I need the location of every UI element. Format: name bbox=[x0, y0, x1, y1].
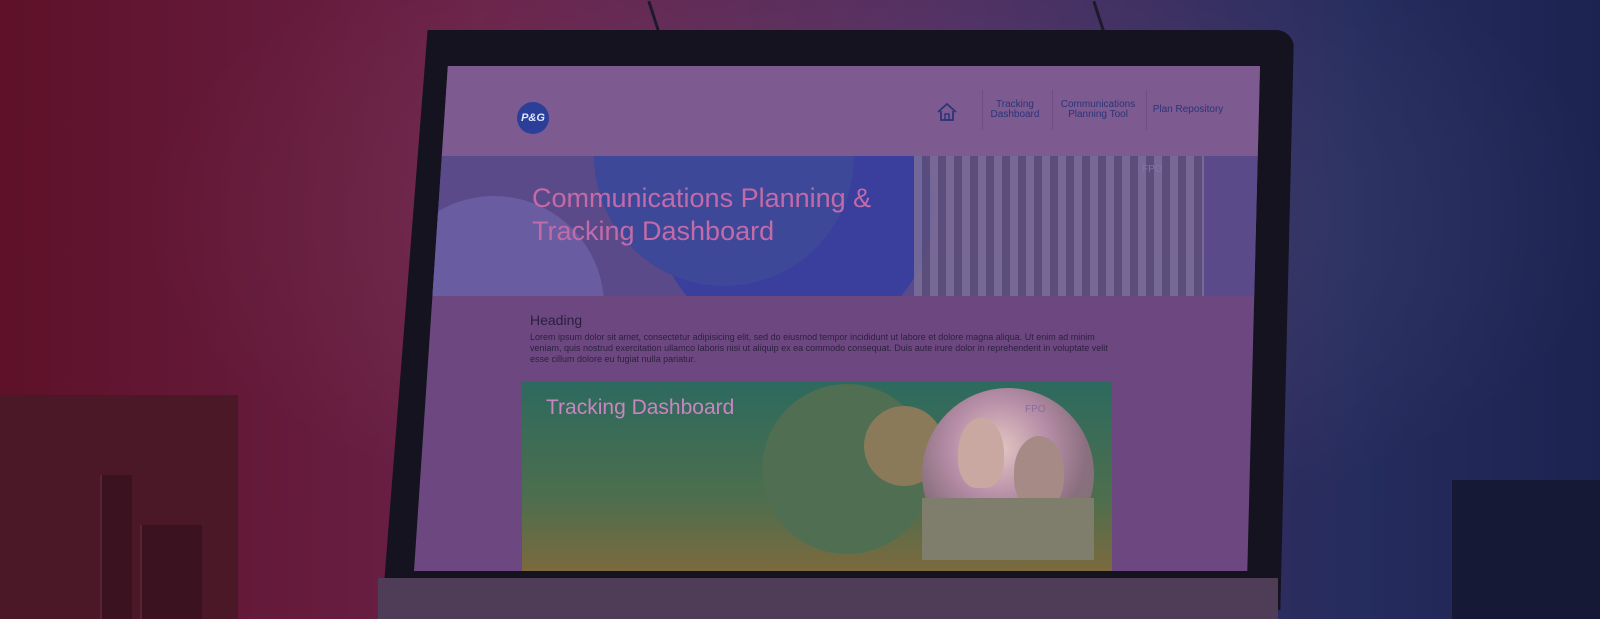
card-title: Tracking Dashboard bbox=[546, 396, 735, 419]
photo-desk bbox=[922, 498, 1094, 560]
fpo-label: FPO bbox=[1142, 164, 1163, 175]
hero-banner: Communications Planning & Tracking Dashb… bbox=[414, 156, 1260, 296]
book bbox=[100, 475, 132, 619]
book bbox=[140, 525, 202, 619]
photo-person bbox=[958, 418, 1004, 488]
nav-tracking-dashboard[interactable]: Tracking Dashboard bbox=[982, 90, 1047, 130]
nav-label: Communications Planning Tool bbox=[1060, 99, 1136, 120]
nav-label: Plan Repository bbox=[1152, 104, 1224, 115]
shelf bbox=[0, 395, 238, 619]
monitor-stand bbox=[378, 578, 1278, 619]
hero-photo bbox=[914, 156, 1204, 296]
logo[interactable]: P&G bbox=[517, 102, 549, 134]
hero-title: Communications Planning & Tracking Dashb… bbox=[532, 183, 872, 246]
home-icon[interactable] bbox=[936, 101, 958, 123]
nav-label: Tracking Dashboard bbox=[990, 99, 1040, 120]
nav-communications-planning-tool[interactable]: Communications Planning Tool bbox=[1052, 90, 1143, 130]
nav-plan-repository[interactable]: Plan Repository bbox=[1146, 90, 1229, 130]
monitor-screen: P&G Tracking Dashboard Communications Pl… bbox=[414, 66, 1260, 571]
fpo-label: FPO bbox=[1025, 404, 1046, 415]
desk-object bbox=[1452, 480, 1600, 619]
section-paragraph: Lorem ipsum dolor sit amet, consectetur … bbox=[530, 332, 1108, 364]
tracking-dashboard-card[interactable]: Tracking Dashboard FPO bbox=[522, 382, 1112, 571]
site-header: P&G Tracking Dashboard Communications Pl… bbox=[414, 66, 1260, 156]
card-photo bbox=[922, 388, 1094, 560]
section-heading: Heading bbox=[530, 312, 583, 328]
